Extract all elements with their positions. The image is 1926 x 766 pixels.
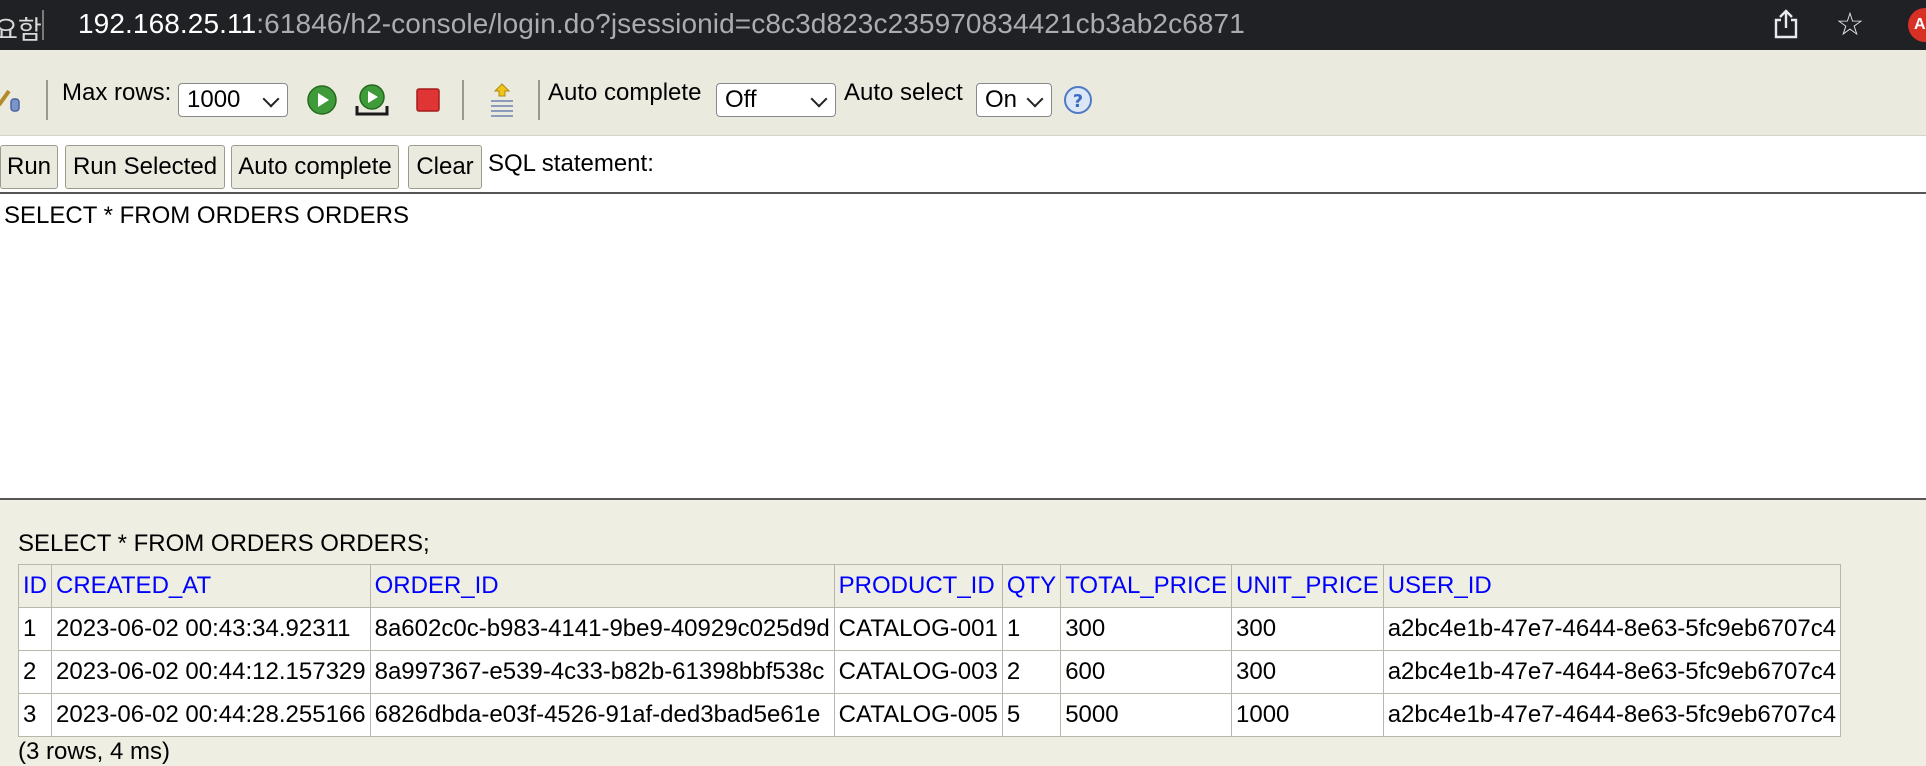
table-cell: 300: [1060, 607, 1233, 651]
table-cell: CATALOG-005: [833, 693, 1003, 737]
toolbar-divider: [46, 80, 48, 120]
column-header[interactable]: USER_ID: [1382, 564, 1842, 608]
stop-icon[interactable]: [410, 82, 446, 118]
auto-select-select[interactable]: On: [976, 83, 1052, 117]
chevron-down-icon: [1026, 90, 1044, 108]
url-path: :61846/h2-console/login.do?jsessionid=c8…: [256, 8, 1245, 39]
share-icon[interactable]: [1768, 6, 1804, 42]
table-header-row: ID CREATED_AT ORDER_ID PRODUCT_ID QTY TO…: [18, 564, 1842, 608]
auto-complete-select[interactable]: Off: [716, 83, 836, 117]
column-header[interactable]: ORDER_ID: [369, 564, 835, 608]
table-cell: 2: [1001, 650, 1062, 694]
column-header[interactable]: QTY: [1001, 564, 1062, 608]
table-cell: 300: [1231, 650, 1384, 694]
table-row: 2 2023-06-02 00:44:12.157329 8a997367-e5…: [18, 650, 1842, 694]
max-rows-value: 1000: [187, 86, 241, 113]
table-row: 1 2023-06-02 00:43:34.92311 8a602c0c-b98…: [18, 607, 1842, 651]
address-bar-divider: [42, 10, 44, 40]
clear-button[interactable]: Clear: [408, 145, 482, 189]
table-cell: 2023-06-02 00:43:34.92311: [51, 607, 371, 651]
toolbar-divider: [462, 80, 464, 120]
executed-statement: SELECT * FROM ORDERS ORDERS;: [18, 530, 430, 557]
auto-complete-button[interactable]: Auto complete: [231, 145, 399, 189]
table-cell: 3: [18, 693, 52, 737]
url-host: 192.168.25.11: [78, 8, 257, 39]
table-row: 3 2023-06-02 00:44:28.255166 6826dbda-e0…: [18, 693, 1842, 737]
toolbar-divider: [538, 80, 540, 120]
table-cell: 5: [1001, 693, 1062, 737]
url-field[interactable]: 192.168.25.11:61846/h2-console/login.do?…: [78, 8, 1245, 40]
table-cell: 8a602c0c-b983-4141-9be9-40929c025d9d: [369, 607, 835, 651]
table-cell: CATALOG-001: [833, 607, 1003, 651]
table-cell: 2: [18, 650, 52, 694]
table-cell: CATALOG-003: [833, 650, 1003, 694]
auto-complete-label: Auto complete: [548, 78, 702, 106]
column-header[interactable]: PRODUCT_ID: [833, 564, 1003, 608]
svg-text:?: ?: [1073, 91, 1083, 112]
auto-select-value: On: [985, 86, 1018, 113]
run-selected-icon[interactable]: [354, 82, 390, 118]
table-cell: 6826dbda-e03f-4526-91af-ded3bad5e61e: [369, 693, 835, 737]
table-cell: 1: [18, 607, 52, 651]
help-icon[interactable]: ?: [1060, 82, 1096, 118]
table-cell: 8a997367-e539-4c33-b82b-61398bbf538c: [369, 650, 835, 694]
history-icon[interactable]: [484, 82, 520, 118]
table-cell: 1000: [1231, 693, 1384, 737]
table-cell: 2023-06-02 00:44:28.255166: [51, 693, 371, 737]
table-cell: 1: [1001, 607, 1062, 651]
result-summary: (3 rows, 4 ms): [18, 738, 171, 765]
run-selected-button[interactable]: Run Selected: [65, 145, 225, 189]
run-icon[interactable]: [304, 82, 340, 118]
max-rows-select[interactable]: 1000: [178, 83, 288, 117]
table-cell: a2bc4e1b-47e7-4644-8e63-5fc9eb6707c4: [1382, 607, 1842, 651]
column-header[interactable]: ID: [18, 564, 52, 608]
sql-editor[interactable]: SELECT * FROM ORDERS ORDERS: [0, 192, 1926, 500]
column-header[interactable]: UNIT_PRICE: [1231, 564, 1384, 608]
max-rows-label: Max rows:: [62, 78, 172, 106]
query-button-row: Run Run Selected Auto complete Clear SQL…: [0, 136, 1926, 192]
table-cell: 5000: [1060, 693, 1233, 737]
table-cell: 300: [1231, 607, 1384, 651]
column-header[interactable]: CREATED_AT: [51, 564, 371, 608]
auto-complete-value: Off: [725, 86, 757, 113]
chevron-down-icon: [810, 90, 828, 108]
browser-address-bar: 요함 192.168.25.11:61846/h2-console/login.…: [0, 0, 1926, 50]
site-info-text[interactable]: 요함: [0, 10, 42, 47]
table-cell: 600: [1060, 650, 1233, 694]
console-toolbar: Max rows: 1000 Auto complete Off Auto se…: [0, 50, 1926, 136]
bookmark-star-icon[interactable]: ☆: [1832, 6, 1868, 42]
chevron-down-icon: [262, 90, 280, 108]
table-cell: a2bc4e1b-47e7-4644-8e63-5fc9eb6707c4: [1382, 693, 1842, 737]
sql-statement-label: SQL statement:: [488, 150, 654, 177]
result-table: ID CREATED_AT ORDER_ID PRODUCT_ID QTY TO…: [18, 564, 1842, 737]
extension-icon[interactable]: A: [1908, 8, 1926, 42]
column-header[interactable]: TOTAL_PRICE: [1060, 564, 1233, 608]
result-panel: SELECT * FROM ORDERS ORDERS; ID CREATED_…: [0, 500, 1926, 765]
auto-select-label: Auto select: [844, 78, 963, 106]
table-cell: 2023-06-02 00:44:12.157329: [51, 650, 371, 694]
disconnect-icon[interactable]: [0, 82, 28, 118]
table-cell: a2bc4e1b-47e7-4644-8e63-5fc9eb6707c4: [1382, 650, 1842, 694]
run-button[interactable]: Run: [0, 145, 58, 189]
